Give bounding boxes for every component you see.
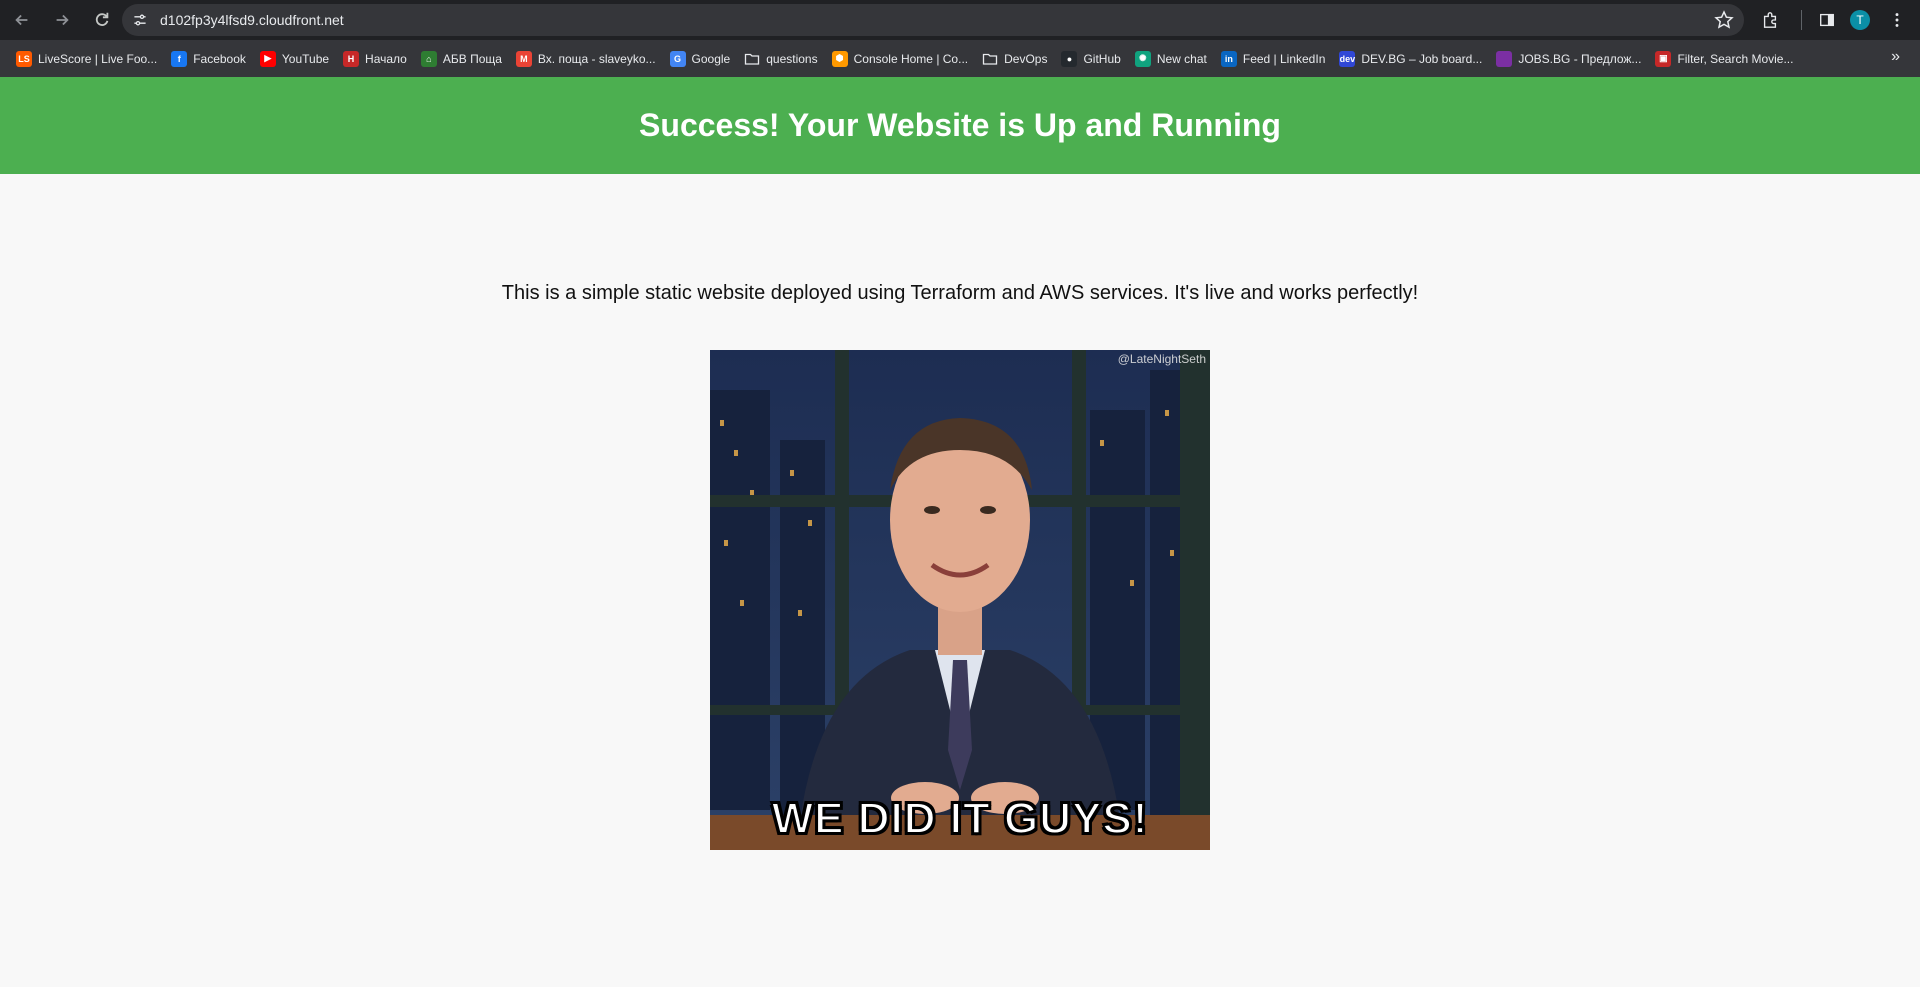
tune-icon	[134, 14, 146, 26]
bookmark-item[interactable]: in Feed | LinkedIn	[1215, 46, 1332, 72]
reload-button[interactable]	[84, 2, 120, 38]
github-icon: ●	[1061, 50, 1078, 67]
bookmarks-bar: LS LiveScore | Live Foo... f Facebook ▶ YouTu…	[0, 40, 1920, 77]
intro-paragraph: This is a simple static website deployed…	[501, 282, 1419, 304]
bookmark-item[interactable]: ✺ New chat	[1129, 46, 1213, 72]
jobsbg-icon	[1496, 50, 1513, 67]
forward-arrow-icon	[56, 14, 69, 26]
chatgpt-icon: ✺	[1134, 50, 1151, 67]
browser-toolbar: d102fp3y4lfsd9.cloudfront.net T	[0, 0, 1920, 40]
bookmark-item[interactable]: Н Начало	[337, 46, 413, 72]
bookmark-item[interactable]: ⬢ Console Home | Co...	[826, 46, 975, 72]
bookmark-item[interactable]: ▶ YouTube	[254, 46, 335, 72]
bookmark-label: DevOps	[1004, 51, 1048, 66]
bookmark-item[interactable]: LS LiveScore | Live Foo...	[10, 46, 163, 72]
bookmark-label: LiveScore | Live Foo...	[38, 51, 158, 66]
nachalo-icon: Н	[343, 50, 360, 67]
bookmark-label: Google	[691, 51, 731, 66]
page-title: Success! Your Website is Up and Running	[639, 107, 1281, 143]
forward-button[interactable]	[44, 2, 80, 38]
back-arrow-icon	[15, 14, 28, 26]
gmail-icon: M	[515, 50, 532, 67]
web-page: Success! Your Website is Up and Running …	[0, 77, 1920, 987]
bookmark-label: GitHub	[1083, 51, 1121, 66]
extensions-button[interactable]	[1753, 3, 1787, 37]
movie-icon: ▣	[1655, 50, 1672, 67]
header-banner: Success! Your Website is Up and Running	[0, 77, 1920, 174]
youtube-icon: ▶	[259, 50, 276, 67]
bookmark-label: Console Home | Co...	[853, 51, 969, 66]
devbg-icon: dev	[1339, 50, 1356, 67]
bookmark-label: New chat	[1156, 51, 1207, 66]
bookmark-item[interactable]: dev DEV.BG – Job board...	[1333, 46, 1488, 72]
livescore-icon: LS	[16, 50, 32, 67]
bookmark-item[interactable]: questions	[738, 46, 823, 72]
bookmark-label: Filter, Search Movie...	[1677, 51, 1794, 66]
linkedin-icon: in	[1220, 50, 1237, 67]
bookmark-label: Вх. поща - slaveyko...	[537, 51, 656, 66]
back-button[interactable]	[4, 2, 40, 38]
reload-icon	[95, 12, 109, 26]
puzzle-icon	[1763, 12, 1777, 28]
side-panel-button[interactable]	[1810, 3, 1844, 37]
bookmark-label: JOBS.BG - Предлож...	[1518, 51, 1642, 66]
gif-watermark: @LateNightSeth	[1117, 352, 1206, 366]
bookmark-label: Начало	[365, 51, 407, 66]
toolbar-divider	[1801, 10, 1802, 30]
bookmark-item[interactable]: G Google	[664, 46, 737, 72]
bookmark-item[interactable]: ▣ Filter, Search Movie...	[1649, 46, 1799, 72]
bookmark-label: DEV.BG – Job board...	[1361, 51, 1483, 66]
address-bar[interactable]: d102fp3y4lfsd9.cloudfront.net	[122, 4, 1744, 36]
profile-avatar[interactable]: T	[1850, 10, 1870, 30]
facebook-icon: f	[171, 50, 188, 67]
bookmark-item[interactable]: M Вх. поща - slaveyko...	[510, 46, 662, 72]
bookmark-item[interactable]: ⌂ АБВ Поща	[415, 46, 508, 72]
gif-illustration	[710, 350, 1210, 850]
url-text[interactable]: d102fp3y4lfsd9.cloudfront.net	[160, 12, 344, 28]
gif-caption: WE DID IT GUYS!	[771, 793, 1149, 844]
bookmark-item[interactable]: JOBS.BG - Предлож...	[1490, 46, 1647, 72]
folder-icon	[744, 51, 760, 67]
bookmark-label: Facebook	[193, 51, 246, 66]
side-panel-icon	[1820, 13, 1834, 27]
bookmark-item[interactable]: DevOps	[976, 46, 1053, 72]
site-info-button[interactable]	[126, 6, 154, 34]
bookmark-item[interactable]: ● GitHub	[1055, 46, 1126, 72]
abv-icon: ⌂	[420, 50, 437, 67]
bookmark-label: questions	[766, 51, 818, 66]
aws-icon: ⬢	[831, 50, 848, 67]
bookmark-label: Feed | LinkedIn	[1242, 51, 1326, 66]
toolbar-actions: T	[1753, 0, 1920, 40]
bookmarks-overflow-icon[interactable]: »	[1891, 48, 1900, 66]
google-icon: G	[669, 50, 686, 67]
kebab-menu-icon	[1895, 13, 1899, 27]
bookmark-label: YouTube	[281, 51, 330, 66]
celebration-gif: @LateNightSeth WE DID IT GUYS!	[710, 350, 1210, 850]
folder-icon	[982, 51, 998, 67]
browser-menu-button[interactable]	[1880, 3, 1914, 37]
bookmark-item[interactable]: f Facebook	[165, 46, 252, 72]
bookmark-label: АБВ Поща	[442, 51, 502, 66]
bookmark-star-icon[interactable]	[1714, 10, 1734, 30]
